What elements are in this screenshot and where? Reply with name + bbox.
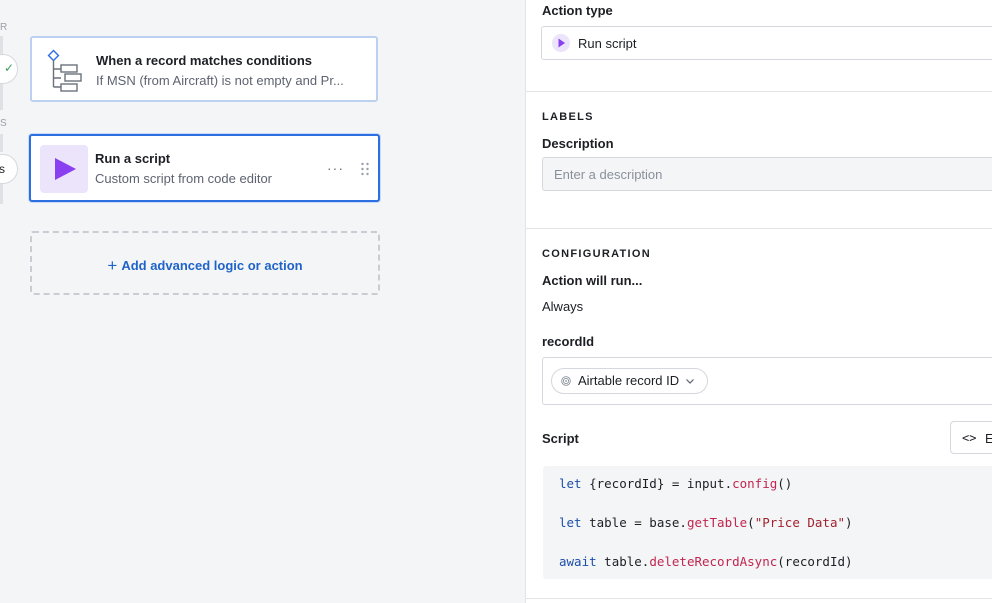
- code-text: ): [845, 515, 853, 530]
- more-options-icon[interactable]: ···: [327, 160, 344, 176]
- code-keyword: await: [559, 554, 597, 569]
- code-text: (: [747, 515, 755, 530]
- action-subtitle: Custom script from code editor: [95, 171, 273, 186]
- edit-code-button[interactable]: <> E: [950, 421, 992, 454]
- code-keyword: let: [559, 515, 582, 530]
- script-label: Script: [542, 431, 579, 446]
- record-id-field[interactable]: Airtable record ID: [542, 357, 992, 405]
- action-title: Run a script: [95, 151, 171, 166]
- code-line: let table = base.getTable("Price Data"): [559, 515, 853, 530]
- record-id-token-label: Airtable record ID: [578, 373, 680, 388]
- record-id-token[interactable]: Airtable record ID: [551, 368, 709, 394]
- action-card[interactable]: Run a script Custom script from code edi…: [29, 134, 380, 202]
- conditions-tree-icon: [41, 47, 89, 95]
- edit-code-label: E: [985, 431, 992, 446]
- description-label: Description: [542, 136, 614, 151]
- play-icon: [40, 145, 88, 193]
- rail-step-label: s: [0, 162, 5, 176]
- trigger-title: When a record matches conditions: [96, 53, 312, 68]
- action-config-panel: Action type Run script LABELS Descriptio…: [525, 0, 992, 603]
- action-run-value: Always: [542, 299, 584, 314]
- section-divider: [526, 228, 992, 229]
- code-string: "Price Data": [754, 515, 845, 530]
- code-function: config: [732, 476, 778, 491]
- code-line: let {recordId} = input.config(): [559, 476, 792, 491]
- section-divider: [526, 598, 992, 599]
- check-icon: ✓: [3, 61, 14, 75]
- rail-line: [0, 134, 3, 152]
- script-code-preview[interactable]: let {recordId} = input.config() let tabl…: [543, 466, 992, 579]
- plus-icon: +: [107, 256, 118, 275]
- add-advanced-logic-button[interactable]: + Add advanced logic or action: [30, 231, 380, 295]
- trigger-subtitle: If MSN (from Aircraft) is not empty and …: [96, 73, 344, 88]
- action-type-select[interactable]: Run script: [541, 26, 992, 60]
- drag-handle-icon[interactable]: [360, 162, 370, 176]
- code-text: table = base.: [581, 515, 687, 530]
- code-function: deleteRecordAsync: [649, 554, 778, 569]
- code-line: await table.deleteRecordAsync(recordId): [559, 554, 853, 569]
- action-run-label: Action will run...: [542, 273, 643, 288]
- description-input[interactable]: [542, 157, 992, 191]
- code-text: (): [777, 476, 793, 491]
- labels-section-heading: LABELS: [542, 111, 594, 123]
- record-id-label: recordId: [542, 334, 595, 349]
- code-text: (recordId): [777, 554, 853, 569]
- rail-line: [0, 184, 3, 204]
- code-text: {recordId} = input.: [581, 476, 733, 491]
- add-label-text: Add advanced logic or action: [121, 258, 303, 273]
- rail-line: [0, 84, 3, 110]
- trigger-card[interactable]: When a record matches conditions If MSN …: [30, 36, 378, 102]
- rail-letter-r: R: [0, 22, 8, 33]
- add-advanced-logic-label: + Add advanced logic or action: [32, 256, 378, 276]
- code-icon: <>: [962, 431, 977, 445]
- code-function: getTable: [686, 515, 748, 530]
- rail-line: [0, 36, 3, 54]
- section-divider: [526, 91, 992, 92]
- chevron-down-icon: [686, 379, 695, 384]
- workflow-canvas: R ✓ S s When a record matches conditions…: [0, 0, 525, 603]
- action-type-label: Action type: [542, 3, 613, 18]
- play-icon: [552, 34, 570, 52]
- action-type-value: Run script: [578, 36, 637, 51]
- configuration-section-heading: CONFIGURATION: [542, 248, 651, 260]
- code-keyword: let: [559, 476, 582, 491]
- fingerprint-icon: [561, 376, 571, 386]
- rail-letter-s: S: [0, 118, 7, 129]
- code-text: table.: [596, 554, 650, 569]
